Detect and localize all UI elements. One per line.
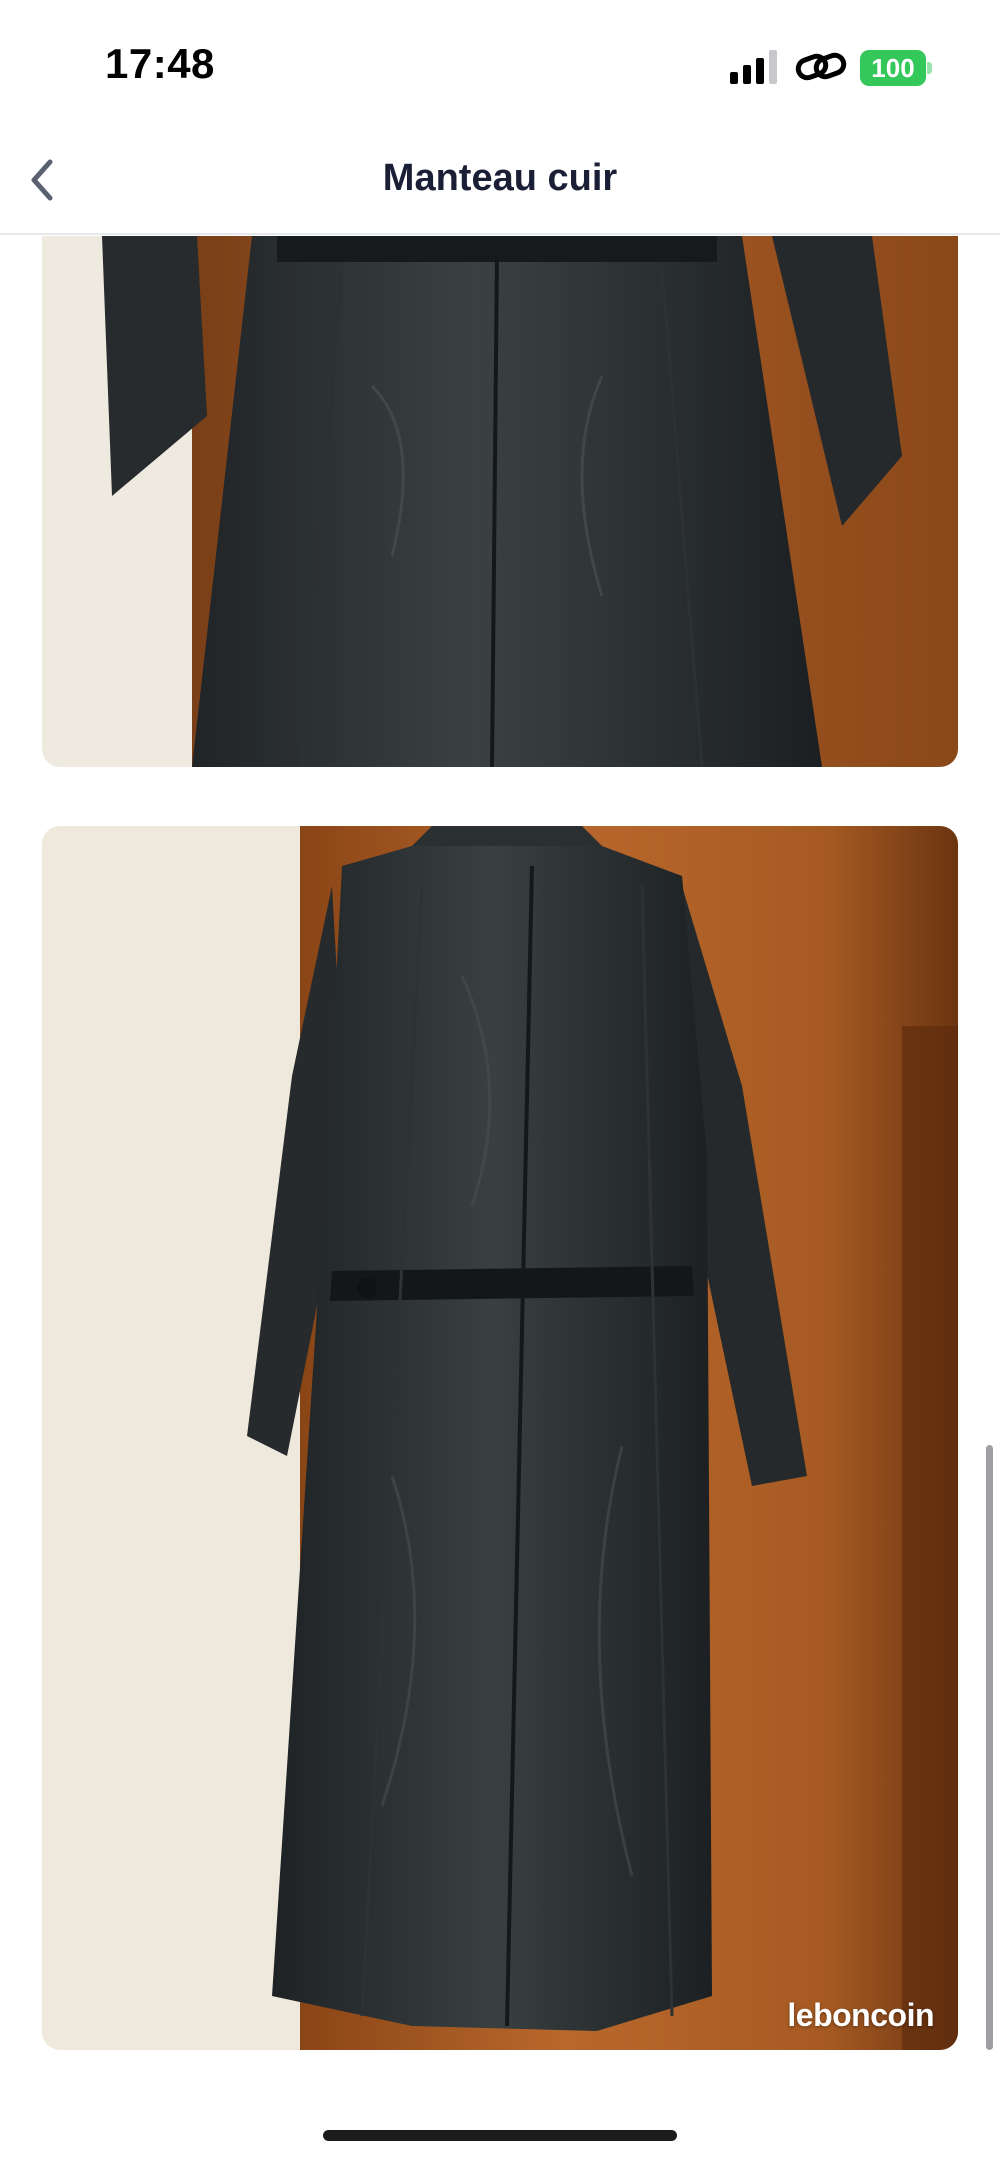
listing-photo-2[interactable]: leboncoin (42, 826, 958, 2050)
battery-icon: 100 (860, 50, 932, 86)
battery-tip (927, 62, 932, 74)
listing-photo-1[interactable] (42, 236, 958, 767)
chevron-left-icon (31, 159, 53, 201)
status-time: 17:48 (105, 40, 215, 87)
leboncoin-watermark: leboncoin (787, 1997, 934, 2033)
chain-link-icon (795, 52, 847, 81)
navigation-header: Manteau cuir (0, 130, 1000, 235)
signal-icon (730, 50, 777, 84)
battery-level: 100 (871, 53, 915, 83)
home-indicator[interactable] (323, 2130, 677, 2141)
back-button[interactable] (14, 150, 74, 210)
status-bar: 17:48 100 (0, 0, 1000, 130)
page-title: Manteau cuir (382, 157, 618, 199)
leather-coat-photo-back (42, 826, 958, 2050)
leather-coat-photo-front (42, 236, 958, 767)
scroll-indicator (986, 1445, 993, 2050)
